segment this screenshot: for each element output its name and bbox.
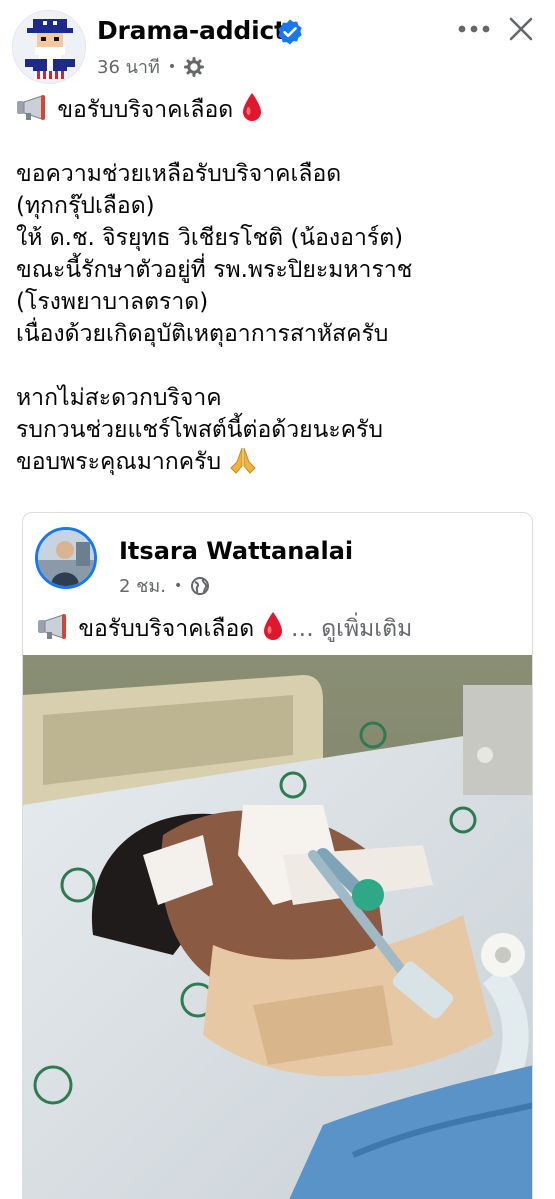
- post-body: ขอรับบริจาคเลือด ขอความช่วยเหลือรับบริจา…: [16, 92, 546, 478]
- folded-hands-icon: [230, 447, 257, 474]
- author-avatar[interactable]: [12, 10, 86, 84]
- body-line: เนื่องด้วยเกิดอุบัติเหตุอาการสาหัสครับ: [16, 321, 389, 347]
- shared-post-card[interactable]: Itsara Wattanalai 2 ชม. • ขอรับบริจาคเลื…: [22, 512, 533, 1199]
- blood-drop-icon: [242, 93, 261, 121]
- shared-post-meta: 2 ชม. •: [119, 571, 210, 600]
- body-line: ให้ ด.ช. จิรยุทธ วิเชียรโชติ (น้องอาร์ต): [16, 225, 404, 251]
- shared-author-name[interactable]: Itsara Wattanalai: [119, 537, 353, 565]
- shared-author-avatar[interactable]: [35, 527, 97, 589]
- globe-icon[interactable]: [190, 576, 210, 596]
- more-dots-icon[interactable]: [456, 15, 492, 43]
- author-name[interactable]: Drama-addict: [97, 16, 286, 45]
- shared-timestamp[interactable]: 2 ชม.: [119, 571, 166, 600]
- thanks-line: ขอบพระคุณมากครับ: [16, 446, 546, 478]
- profile-photo-image: [38, 530, 94, 586]
- pixel-character-avatar-image: [13, 11, 85, 83]
- post-meta: 36 นาที •: [97, 52, 205, 81]
- verified-badge-icon: [278, 19, 302, 45]
- gear-icon[interactable]: [184, 56, 205, 77]
- megaphone-icon: [38, 614, 66, 639]
- post-title-line: ขอรับบริจาคเลือด: [16, 92, 546, 126]
- body-line: (โรงพยาบาลตราด): [16, 289, 209, 315]
- meta-separator: •: [167, 58, 177, 75]
- body-line: (ทุกกรุ๊ปเลือด): [16, 193, 155, 219]
- ellipsis: …: [290, 616, 314, 642]
- meta-separator: •: [173, 577, 183, 594]
- body-line: ขอความช่วยเหลือรับบริจาคเลือด: [16, 161, 342, 187]
- hospital-patient-photo[interactable]: [23, 655, 533, 1199]
- shared-post-text: ขอรับบริจาคเลือด … ดูเพิ่มเติม: [37, 611, 412, 645]
- blood-drop-icon: [263, 612, 282, 640]
- post-title: ขอรับบริจาคเลือด: [57, 97, 234, 123]
- body-line: รบกวนช่วยแชร์โพสต์นี้ต่อด้วยนะครับ: [16, 417, 384, 443]
- post-timestamp[interactable]: 36 นาที: [97, 52, 160, 81]
- post-header: Drama-addict 36 นาที •: [0, 0, 555, 88]
- close-icon[interactable]: [508, 16, 534, 42]
- thanks-text: ขอบพระคุณมากครับ: [16, 449, 222, 475]
- megaphone-icon: [17, 95, 45, 120]
- shared-title: ขอรับบริจาคเลือด: [78, 616, 255, 642]
- body-line: หากไม่สะดวกบริจาค: [16, 385, 222, 411]
- see-more-link[interactable]: ดูเพิ่มเติม: [321, 616, 412, 642]
- body-line: ขณะนี้รักษาตัวอยู่ที่ รพ.พระปิยะมหาราช: [16, 257, 413, 283]
